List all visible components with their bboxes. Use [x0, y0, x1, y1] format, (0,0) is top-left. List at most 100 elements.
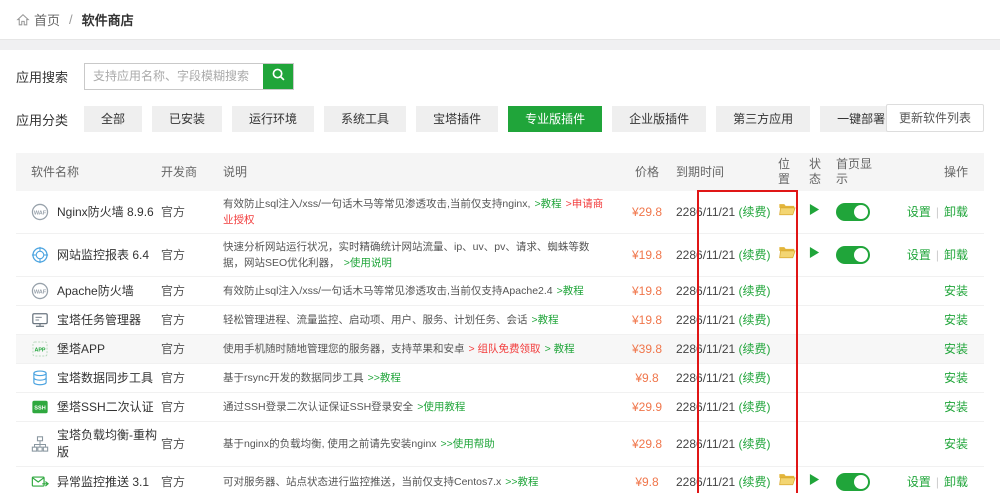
install-link[interactable]: 安装 [944, 342, 968, 356]
install-link[interactable]: 安装 [944, 371, 968, 385]
category-button[interactable]: 全部 [84, 106, 142, 132]
play-icon[interactable] [809, 203, 820, 216]
category-button[interactable]: 宝塔插件 [416, 106, 498, 132]
renew-link[interactable]: (续费) [739, 284, 771, 298]
settings-link[interactable]: 设置 [907, 248, 931, 262]
price: ¥9.8 [618, 370, 676, 387]
waf-shield-icon: WAF [31, 203, 49, 221]
svg-text:APP: APP [34, 347, 45, 353]
header-price: 价格 [618, 165, 676, 180]
renew-link[interactable]: (续费) [739, 400, 771, 414]
developer: 官方 [161, 283, 223, 300]
settings-link[interactable]: 设置 [907, 475, 931, 489]
home-icon [16, 13, 30, 27]
homepage-toggle[interactable] [836, 473, 870, 491]
renew-link[interactable]: (续费) [739, 475, 771, 489]
table-row: WAF Nginx防火墙 8.9.6 官方 有效防止sql注入/xss/一句话木… [16, 191, 984, 234]
category-button[interactable]: 企业版插件 [612, 106, 706, 132]
description-link[interactable]: >教程 [534, 198, 561, 210]
waf-shield-icon: WAF [31, 282, 49, 300]
renew-link[interactable]: (续费) [739, 371, 771, 385]
homepage-toggle[interactable] [836, 203, 870, 221]
app-name: 堡塔SSH二次认证 [57, 399, 154, 416]
action-cell: 安装 [888, 341, 984, 358]
expiry-cell: 2286/11/21 (续费) [676, 370, 778, 387]
action-cell: 设置 | 卸载 [888, 247, 984, 264]
action-separator: | [936, 475, 939, 489]
action-separator: | [936, 248, 939, 262]
software-table: 软件名称 开发商 说明 价格 到期时间 位置 状态 首页显示 操作 WAF Ng… [16, 153, 984, 493]
search-input[interactable] [85, 64, 263, 89]
folder-icon[interactable] [778, 245, 796, 260]
play-icon[interactable] [809, 473, 820, 486]
app-description: 快速分析网站运行状况，实时精确统计网站流量、ip、uv、pv、请求、蜘蛛等数据，… [223, 239, 618, 271]
header-status: 状态 [809, 157, 836, 187]
app-name: 堡塔APP [57, 341, 105, 358]
search-button[interactable] [263, 64, 293, 89]
developer: 官方 [161, 370, 223, 387]
description-link[interactable]: >>教程 [368, 372, 401, 384]
expiry-date: 2286/11/21 [676, 475, 735, 489]
description-link[interactable]: >教程 [532, 314, 559, 326]
renew-link[interactable]: (续费) [739, 437, 771, 451]
developer: 官方 [161, 341, 223, 358]
category-button[interactable]: 第三方应用 [716, 106, 810, 132]
description-link[interactable]: >>教程 [505, 476, 538, 488]
category-button[interactable]: 系统工具 [324, 106, 406, 132]
description-link[interactable]: >使用说明 [344, 257, 392, 269]
install-link[interactable]: 安装 [944, 313, 968, 327]
category-label: 应用分类 [16, 110, 84, 129]
category-button[interactable]: 已安装 [152, 106, 222, 132]
description-link[interactable]: >>使用帮助 [441, 438, 495, 450]
home-show-cell [836, 246, 888, 264]
expiry-cell: 2286/11/21 (续费) [676, 399, 778, 416]
table-row: SSH 堡塔SSH二次认证 官方 通过SSH登录二次认证保证SSH登录安全>使用… [16, 393, 984, 422]
renew-link[interactable]: (续费) [739, 205, 771, 219]
renew-link[interactable]: (续费) [739, 342, 771, 356]
header-developer: 开发商 [161, 165, 223, 180]
renew-link[interactable]: (续费) [739, 248, 771, 262]
breadcrumb: 首页 / 软件商店 [0, 0, 1000, 40]
developer: 官方 [161, 204, 223, 221]
load-balancer-icon [31, 435, 49, 453]
app-description: 轻松管理进程、流量监控、启动项、用户、服务、计划任务、会话>教程 [223, 312, 618, 328]
table-row: 宝塔任务管理器 官方 轻松管理进程、流量监控、启动项、用户、服务、计划任务、会话… [16, 306, 984, 335]
table-row: APP 堡塔APP 官方 使用手机随时随地管理您的服务器，支持苹果和安卓> 组队… [16, 335, 984, 364]
update-software-list-button[interactable]: 更新软件列表 [886, 104, 984, 132]
app-description: 基于nginx的负载均衡, 使用之前请先安装nginx>>使用帮助 [223, 436, 618, 452]
app-name: 宝塔负载均衡-重构版 [57, 427, 161, 461]
divider-strip [0, 40, 1000, 50]
folder-icon[interactable] [778, 472, 796, 487]
developer: 官方 [161, 474, 223, 491]
uninstall-link[interactable]: 卸载 [944, 248, 968, 262]
svg-text:WAF: WAF [34, 210, 47, 216]
install-link[interactable]: 安装 [944, 284, 968, 298]
uninstall-link[interactable]: 卸载 [944, 205, 968, 219]
breadcrumb-home[interactable]: 首页 [34, 10, 60, 29]
install-link[interactable]: 安装 [944, 400, 968, 414]
category-button[interactable]: 运行环境 [232, 106, 314, 132]
folder-icon[interactable] [778, 202, 796, 217]
play-icon[interactable] [809, 246, 820, 259]
price: ¥29.9 [618, 399, 676, 416]
description-link[interactable]: > 组队免费领取 [469, 343, 541, 355]
description-link[interactable]: > 教程 [545, 343, 575, 355]
description-link[interactable]: >使用教程 [417, 401, 465, 413]
homepage-toggle[interactable] [836, 246, 870, 264]
header-home-show: 首页显示 [836, 157, 888, 187]
action-cell: 设置|卸载 [888, 204, 984, 221]
app-name: 宝塔数据同步工具 [57, 370, 153, 387]
header-location: 位置 [778, 157, 809, 187]
uninstall-link[interactable]: 卸载 [944, 475, 968, 489]
description-link[interactable]: >教程 [557, 285, 584, 297]
install-link[interactable]: 安装 [944, 437, 968, 451]
status-cell [809, 246, 836, 264]
ssh-auth-icon: SSH [31, 398, 49, 416]
app-description: 有效防止sql注入/xss/一句话木马等常见渗透攻击,当前仅支持Apache2.… [223, 283, 618, 299]
renew-link[interactable]: (续费) [739, 313, 771, 327]
category-button[interactable]: 专业版插件 [508, 106, 602, 132]
app-name: 宝塔任务管理器 [57, 312, 141, 329]
status-cell [809, 203, 836, 221]
home-show-cell [836, 203, 888, 221]
settings-link[interactable]: 设置 [907, 205, 931, 219]
